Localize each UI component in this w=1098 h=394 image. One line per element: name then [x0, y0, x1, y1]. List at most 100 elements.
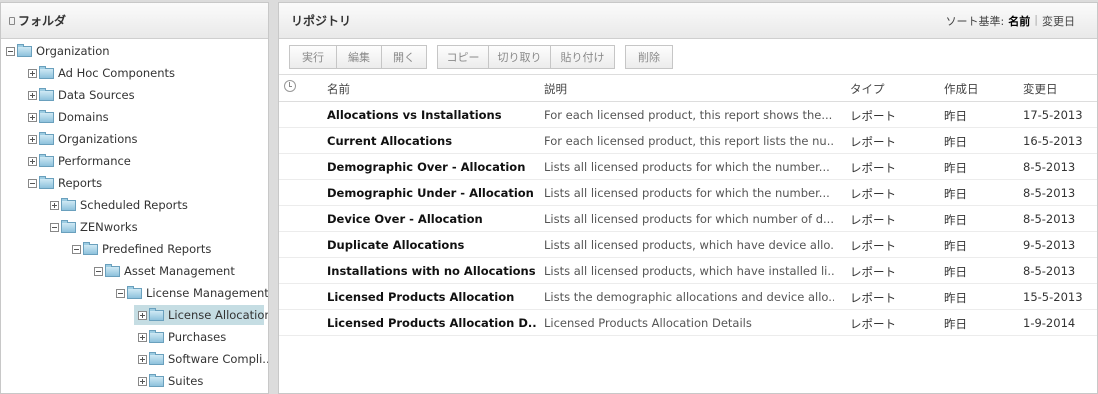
folder-icon	[17, 43, 32, 57]
folder-icon	[149, 307, 164, 321]
report-type: レポート	[850, 317, 896, 331]
collapse-icon[interactable]	[50, 222, 59, 232]
edit-button[interactable]: 編集	[336, 45, 382, 69]
repository-panel-title: リポジトリ	[291, 14, 352, 28]
expand-icon[interactable]	[138, 354, 147, 364]
tree-node-label: Domains	[58, 110, 109, 124]
copy-button[interactable]: コピー	[437, 45, 489, 69]
table-row[interactable]: Allocations vs Installations For each li…	[279, 102, 1097, 128]
run-button[interactable]: 実行	[289, 45, 337, 69]
table-row[interactable]: Installations with no Allocations Lists …	[279, 258, 1097, 284]
report-name[interactable]: Current Allocations	[327, 134, 537, 148]
folder-icon	[61, 219, 76, 233]
delete-button[interactable]: 削除	[625, 45, 673, 69]
tree-node-reports[interactable]: Reports	[28, 173, 108, 193]
repository-panel: リポジトリ ソート基準: 名前 | 変更日 実行 編集 開く コピー 切り取り …	[278, 2, 1098, 394]
folders-panel: フォルダ Organization Ad Hoc Components Data…	[0, 2, 269, 394]
expand-icon[interactable]	[28, 112, 37, 122]
expand-icon[interactable]	[28, 68, 37, 78]
folder-icon	[39, 65, 54, 79]
folder-icon	[61, 197, 76, 211]
report-modified: 8-5-2013	[1023, 212, 1076, 226]
report-modified: 15-5-2013	[1023, 290, 1083, 304]
collapse-icon[interactable]	[6, 46, 15, 56]
expand-icon[interactable]	[28, 156, 37, 166]
collapse-icon[interactable]	[116, 288, 125, 298]
tree-node-label: Predefined Reports	[102, 242, 212, 256]
collapse-icon[interactable]	[72, 244, 81, 254]
sort-label: ソート基準:	[945, 14, 1005, 28]
expand-icon[interactable]	[138, 332, 147, 342]
report-description: Lists the demographic allocations and de…	[544, 290, 834, 304]
tree-node-data-sources[interactable]: Data Sources	[28, 85, 141, 105]
table-row[interactable]: Licensed Products Allocation Lists the d…	[279, 284, 1097, 310]
report-name[interactable]: Licensed Products Allocation D...	[327, 316, 537, 330]
tree-node-label: Ad Hoc Components	[58, 66, 176, 80]
sort-controls: ソート基準: 名前 | 変更日	[946, 13, 1075, 29]
expand-icon[interactable]	[50, 200, 59, 210]
folder-icon	[149, 351, 164, 365]
report-modified: 8-5-2013	[1023, 186, 1076, 200]
open-button[interactable]: 開く	[381, 45, 427, 69]
report-name[interactable]: Licensed Products Allocation	[327, 290, 537, 304]
tree-node-suites[interactable]: Suites	[138, 371, 209, 391]
tree-node-label: Reports	[58, 176, 103, 190]
table-row[interactable]: Demographic Under - Allocation Lists all…	[279, 180, 1097, 206]
report-type: レポート	[850, 135, 896, 149]
column-header-created[interactable]: 作成日	[944, 81, 979, 97]
report-name[interactable]: Installations with no Allocations	[327, 264, 537, 278]
report-created: 昨日	[944, 317, 967, 331]
tree-node-domains[interactable]: Domains	[28, 107, 115, 127]
report-created: 昨日	[944, 291, 967, 305]
column-header-name[interactable]: 名前	[327, 81, 350, 97]
report-name[interactable]: Device Over - Allocation	[327, 212, 537, 226]
expand-icon[interactable]	[28, 134, 37, 144]
tree-node-purchases[interactable]: Purchases	[138, 327, 232, 347]
table-row[interactable]: Duplicate Allocations Lists all licensed…	[279, 232, 1097, 258]
folder-icon	[83, 241, 98, 255]
expand-icon[interactable]	[138, 310, 147, 320]
expand-icon[interactable]	[28, 90, 37, 100]
column-header-description[interactable]: 説明	[544, 81, 567, 97]
report-list: Allocations vs Installations For each li…	[279, 102, 1097, 336]
table-row[interactable]: Current Allocations For each licensed pr…	[279, 128, 1097, 154]
report-type: レポート	[850, 161, 896, 175]
clock-icon[interactable]	[284, 80, 296, 92]
paste-button[interactable]: 貼り付け	[550, 45, 615, 69]
sort-by-name-link[interactable]: 名前	[1008, 13, 1030, 29]
collapse-icon[interactable]	[94, 266, 103, 276]
column-header-type[interactable]: タイプ	[850, 81, 885, 97]
tree-node-performance[interactable]: Performance	[28, 151, 137, 171]
tree-node-organization[interactable]: Organization	[6, 41, 116, 61]
tree-node-organizations[interactable]: Organizations	[28, 129, 144, 149]
cut-button[interactable]: 切り取り	[488, 45, 551, 69]
report-modified: 1-9-2014	[1023, 316, 1076, 330]
report-name[interactable]: Demographic Under - Allocation	[327, 186, 537, 200]
tree-node-license-allocation[interactable]: License Allocation	[134, 305, 268, 325]
tree-node-zenworks[interactable]: ZENworks	[50, 217, 144, 237]
tree-node-predefined-reports[interactable]: Predefined Reports	[72, 239, 217, 259]
tree-node-scheduled-reports[interactable]: Scheduled Reports	[50, 195, 194, 215]
tree-node-asset-management[interactable]: Asset Management	[94, 261, 241, 281]
expand-icon[interactable]	[138, 376, 147, 386]
tree-node-label: Suites	[168, 374, 204, 388]
report-name[interactable]: Demographic Over - Allocation	[327, 160, 537, 174]
tree-node-software-compliance[interactable]: Software Compli...	[138, 349, 268, 369]
report-name[interactable]: Allocations vs Installations	[327, 108, 537, 122]
tree-node-ad-hoc-components[interactable]: Ad Hoc Components	[28, 63, 181, 83]
sort-separator: |	[1034, 12, 1038, 26]
report-description: Lists all licensed products, which have …	[544, 238, 834, 252]
table-row[interactable]: Device Over - Allocation Lists all licen…	[279, 206, 1097, 232]
column-header-modified[interactable]: 変更日	[1023, 81, 1058, 97]
collapse-panel-icon[interactable]	[9, 16, 15, 25]
tree-node-license-management[interactable]: License Management	[116, 283, 268, 303]
table-row[interactable]: Demographic Over - Allocation Lists all …	[279, 154, 1097, 180]
report-description: Lists all licensed products for which nu…	[544, 212, 834, 226]
report-type: レポート	[850, 265, 896, 279]
table-row[interactable]: Licensed Products Allocation D... Licens…	[279, 310, 1097, 336]
tree-node-label: Asset Management	[124, 264, 235, 278]
sort-by-date-link[interactable]: 変更日	[1042, 13, 1075, 29]
report-name[interactable]: Duplicate Allocations	[327, 238, 537, 252]
tree-node-label: License Allocation	[168, 308, 269, 322]
collapse-icon[interactable]	[28, 178, 37, 188]
